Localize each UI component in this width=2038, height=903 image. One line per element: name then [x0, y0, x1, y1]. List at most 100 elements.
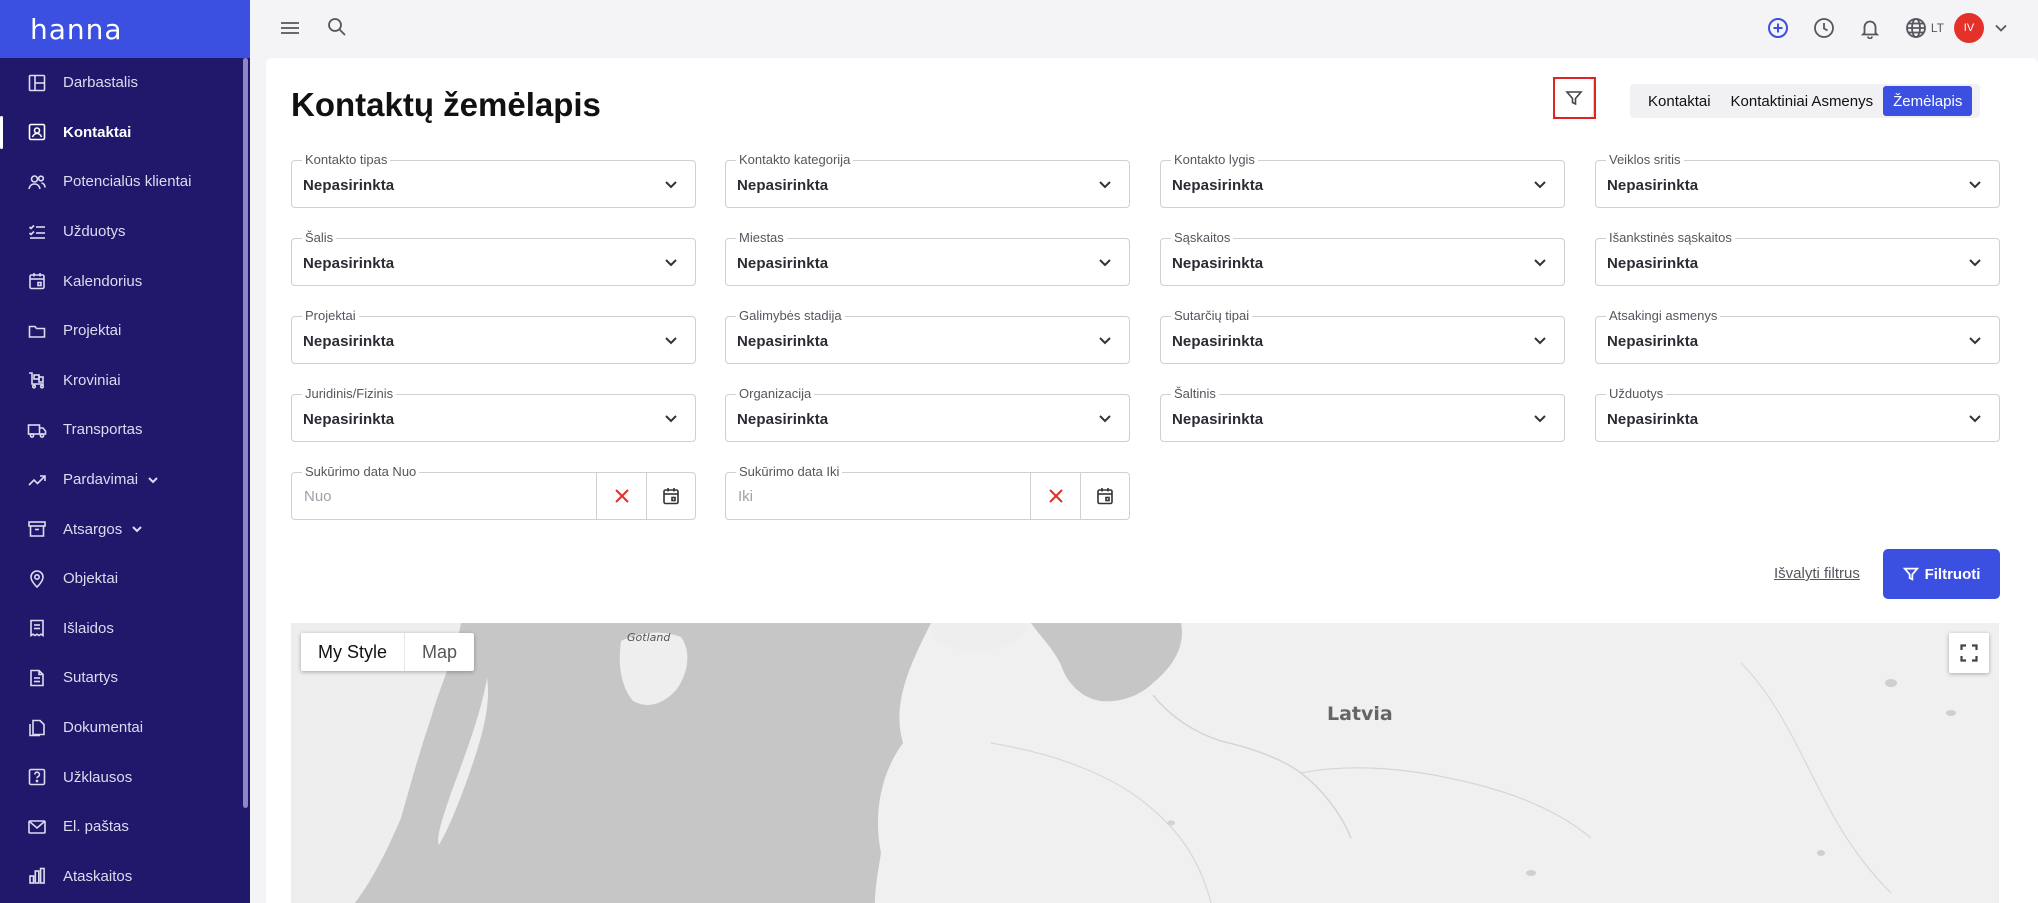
select-sutarciu-tipai[interactable]: Sutarčių tipai Nepasirinkta	[1160, 309, 1565, 364]
map-type-my-style[interactable]: My Style	[301, 633, 404, 671]
date-from-input[interactable]	[293, 474, 593, 518]
filter-icon	[1565, 89, 1583, 107]
select-atsakingi-asmenys[interactable]: Atsakingi asmenys Nepasirinkta	[1595, 309, 2000, 364]
sidebar-item-label: Sutartys	[63, 669, 119, 687]
field-value: Nepasirinkta	[1172, 333, 1264, 350]
sidebar-item-kroviniai[interactable]: Kroviniai	[0, 356, 250, 406]
sidebar-item-transportas[interactable]: Transportas	[0, 405, 250, 455]
sidebar-item-uzklausos[interactable]: Užklausos	[0, 752, 250, 802]
clear-date-to-button[interactable]	[1030, 473, 1080, 519]
select-uzduotys[interactable]: Užduotys Nepasirinkta	[1595, 387, 2000, 442]
sidebar-item-ataskaitos[interactable]: Ataskaitos	[0, 852, 250, 902]
chevron-down-icon[interactable]	[146, 473, 160, 487]
fullscreen-button[interactable]	[1949, 633, 1989, 673]
avatar[interactable]: IV	[1954, 13, 1984, 43]
sidebar-scrollbar[interactable]	[243, 58, 248, 808]
clock-icon[interactable]	[1813, 17, 1835, 39]
menu-icon[interactable]	[280, 18, 300, 38]
filter-toggle-button[interactable]	[1554, 78, 1594, 118]
add-icon[interactable]	[1767, 17, 1789, 39]
chevron-down-icon	[1967, 176, 1983, 192]
globe-icon[interactable]	[1905, 17, 1927, 39]
date-to-calendar-button[interactable]	[1080, 473, 1129, 519]
sidebar-item-islaidos[interactable]: Išlaidos	[0, 604, 250, 654]
field-label: Atsakingi asmenys	[1606, 309, 1721, 323]
field-value: Nepasirinkta	[1607, 333, 1699, 350]
sidebar-item-sutartys[interactable]: Sutartys	[0, 653, 250, 703]
chevron-down-icon	[1097, 410, 1113, 426]
field-label: Išankstinės sąskaitos	[1606, 231, 1735, 245]
sidebar-item-kontaktai[interactable]: Kontaktai	[0, 108, 250, 158]
date-from-calendar-button[interactable]	[646, 473, 695, 519]
select-kontakto-lygis[interactable]: Kontakto lygis Nepasirinkta	[1160, 153, 1565, 208]
sidebar-item-label: Projektai	[63, 322, 122, 340]
sidebar-nav: Darbastalis Kontaktai Potencialūs klient…	[0, 58, 250, 901]
topbar-actions: LT IV	[1767, 0, 2008, 56]
field-label: Projektai	[302, 309, 359, 323]
calendar-icon	[27, 271, 47, 291]
app-logo[interactable]: hanna	[30, 13, 123, 46]
map-canvas	[291, 623, 1999, 903]
chevron-down-icon[interactable]	[130, 522, 144, 536]
language-label[interactable]: LT	[1931, 21, 1944, 35]
chevron-down-icon	[1097, 332, 1113, 348]
field-label: Užduotys	[1606, 387, 1667, 401]
search-icon[interactable]	[327, 17, 347, 37]
select-salis[interactable]: Šalis Nepasirinkta	[291, 231, 696, 286]
chevron-down-icon	[1097, 254, 1113, 270]
clear-filters-link[interactable]: Išvalyti filtrus	[1774, 565, 1860, 582]
select-saltinis[interactable]: Šaltinis Nepasirinkta	[1160, 387, 1565, 442]
field-value: Nepasirinkta	[737, 411, 829, 428]
chevron-down-icon[interactable]	[1994, 21, 2008, 35]
select-juridinis-fizinis[interactable]: Juridinis/Fizinis Nepasirinkta	[291, 387, 696, 442]
apply-filters-button[interactable]: Filtruoti	[1883, 549, 2000, 599]
chevron-down-icon	[663, 410, 679, 426]
map-label-latvia: Latvia	[1327, 703, 1393, 725]
pin-icon	[27, 569, 47, 589]
sidebar-item-el-pastas[interactable]: El. paštas	[0, 802, 250, 852]
select-projektai[interactable]: Projektai Nepasirinkta	[291, 309, 696, 364]
sidebar-item-projektai[interactable]: Projektai	[0, 306, 250, 356]
sidebar-item-label: Transportas	[63, 421, 143, 439]
field-value: Nepasirinkta	[1172, 411, 1264, 428]
contacts-map[interactable]: Gotland Latvia My Style Map	[291, 623, 1999, 903]
field-label: Sąskaitos	[1171, 231, 1234, 245]
sidebar-item-label: Dokumentai	[63, 719, 144, 737]
select-saskaitos[interactable]: Sąskaitos Nepasirinkta	[1160, 231, 1565, 286]
sidebar-item-kalendorius[interactable]: Kalendorius	[0, 256, 250, 306]
sidebar-item-label: Kroviniai	[63, 371, 121, 389]
map-type-map[interactable]: Map	[404, 633, 474, 671]
field-label: Miestas	[736, 231, 787, 245]
tab-kontaktai[interactable]: Kontaktai	[1638, 86, 1721, 116]
date-to-input[interactable]	[727, 474, 1027, 518]
clear-date-from-button[interactable]	[596, 473, 646, 519]
select-miestas[interactable]: Miestas Nepasirinkta	[725, 231, 1130, 286]
select-isankstines-saskaitos[interactable]: Išankstinės sąskaitos Nepasirinkta	[1595, 231, 2000, 286]
sidebar-item-darbastalis[interactable]: Darbastalis	[0, 58, 250, 108]
chevron-down-icon	[1097, 176, 1113, 192]
sidebar-item-potencialus-klientai[interactable]: Potencialūs klientai	[0, 157, 250, 207]
field-label: Šalis	[302, 231, 337, 245]
sidebar-item-dokumentai[interactable]: Dokumentai	[0, 703, 250, 753]
apply-filters-label: Filtruoti	[1924, 565, 1981, 583]
calendar-icon	[661, 486, 681, 506]
tab-zemelapis[interactable]: Žemėlapis	[1883, 86, 1973, 116]
map-type-control: My Style Map	[301, 633, 475, 671]
field-label: Šaltinis	[1171, 387, 1219, 401]
tab-kontaktiniai-asmenys[interactable]: Kontaktiniai Asmenys	[1721, 86, 1884, 116]
chevron-down-icon	[1967, 332, 1983, 348]
sidebar-item-atsargos[interactable]: Atsargos	[0, 504, 250, 554]
sidebar-item-uzduotys[interactable]: Užduotys	[0, 207, 250, 257]
select-organizacija[interactable]: Organizacija Nepasirinkta	[725, 387, 1130, 442]
bell-icon[interactable]	[1859, 17, 1881, 39]
sidebar-item-pardavimai[interactable]: Pardavimai	[0, 455, 250, 505]
field-value: Nepasirinkta	[737, 333, 829, 350]
select-kontakto-kategorija[interactable]: Kontakto kategorija Nepasirinkta	[725, 153, 1130, 208]
sidebar-item-objektai[interactable]: Objektai	[0, 554, 250, 604]
select-galimybes-stadija[interactable]: Galimybės stadija Nepasirinkta	[725, 309, 1130, 364]
topbar: LT IV	[250, 0, 2038, 56]
select-kontakto-tipas[interactable]: Kontakto tipas Nepasirinkta	[291, 153, 696, 208]
field-value: Nepasirinkta	[1172, 255, 1264, 272]
select-veiklos-sritis[interactable]: Veiklos sritis Nepasirinkta	[1595, 153, 2000, 208]
users-icon	[27, 172, 47, 192]
